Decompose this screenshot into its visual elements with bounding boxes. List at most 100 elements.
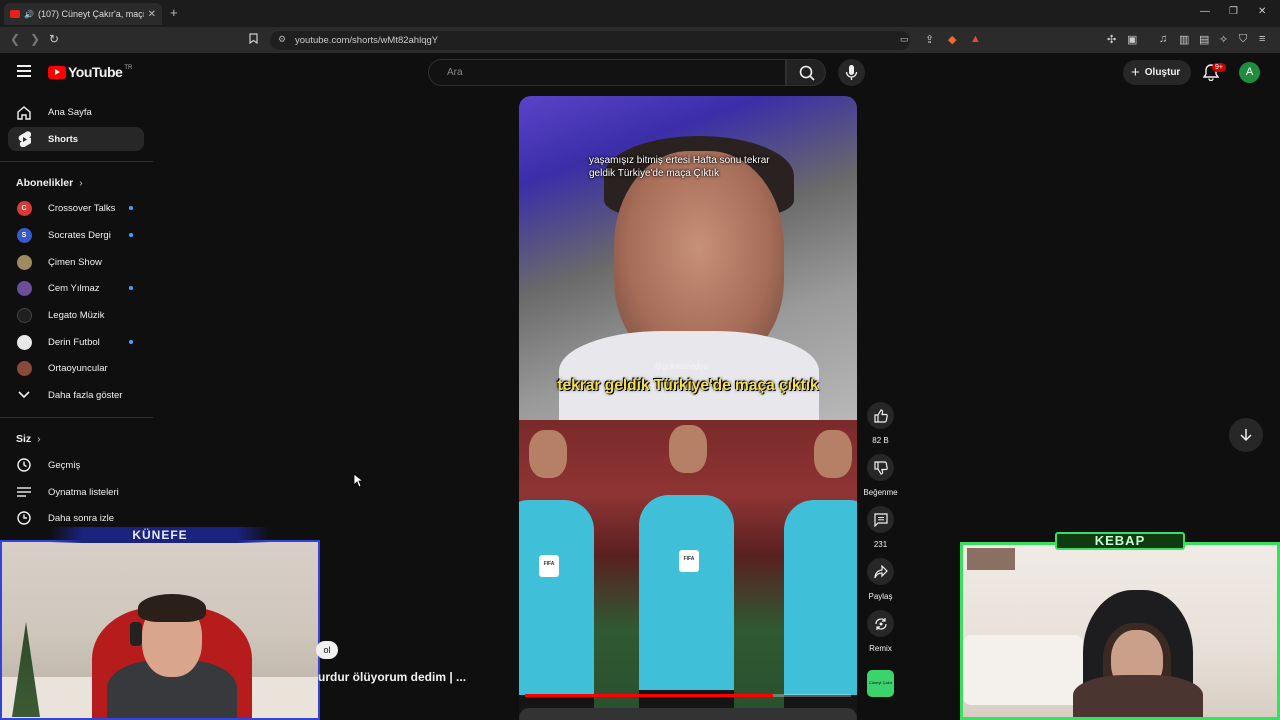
like-button[interactable] (867, 402, 894, 429)
dislike-label: Beğenme (863, 488, 898, 497)
subscriptions-title: Abonelikler (16, 177, 74, 189)
url-field[interactable]: ⚙ youtube.com/shorts/wMt82ahlqgY ▭ (270, 31, 910, 50)
subscriptions-heading[interactable]: Abonelikler › (16, 177, 83, 189)
home-icon (8, 105, 40, 120)
url-text: youtube.com/shorts/wMt82ahlqgY (295, 35, 439, 46)
sidebar-divider (0, 161, 153, 162)
comment-count: 231 (873, 540, 888, 549)
sidebar-item-derin-futbol[interactable]: Derin Futbol (8, 330, 144, 354)
webcam-banner-left: KÜNEFE (50, 527, 270, 543)
dislike-button[interactable] (867, 454, 894, 481)
webcam-banner-right: KEBAP (1055, 532, 1185, 550)
rewards-icon[interactable]: ▲ (970, 33, 981, 45)
restore-icon[interactable]: ❐ (1229, 6, 1238, 17)
fifa-badge: FIFA (539, 555, 559, 577)
channel-avatar: S (16, 227, 32, 243)
referee-figure: FIFA (519, 430, 594, 720)
sidebar-item-label: Shorts (48, 133, 79, 145)
sidebar-item-label: Derin Futbol (48, 336, 100, 348)
channel-avatar (16, 307, 32, 323)
short-title-text[interactable]: urdur ölüyorum dedim | ... (318, 670, 466, 684)
remix-button[interactable] (867, 610, 894, 637)
sidebar-item-label: Çimen Show (48, 256, 102, 268)
browser-tab-bar: 🔊 (107) Cüneyt Çakır'a, maçı dur ✕ + — ❐… (0, 0, 1280, 27)
youtube-logo[interactable]: YouTube TR (48, 64, 132, 80)
like-count: 82 B (872, 436, 889, 445)
hamburger-menu-icon[interactable] (17, 65, 31, 77)
sidebar-item-home[interactable]: Ana Sayfa (8, 100, 144, 124)
search-input[interactable]: Ara (428, 59, 786, 86)
sidebar-item-label: Cem Yılmaz (48, 282, 100, 294)
share-page-icon[interactable]: ⇪ (925, 33, 934, 46)
mouse-cursor-icon (353, 473, 365, 493)
sidebar-item-label: Daha sonra izle (48, 512, 115, 524)
address-bar-row: ❮ ❯ ↻ ⚙ youtube.com/shorts/wMt82ahlqgY ▭… (0, 27, 1280, 54)
search-button[interactable] (786, 59, 826, 86)
country-code: TR (124, 64, 133, 71)
shorts-icon (8, 131, 40, 147)
sidebar-item-socrates-dergi[interactable]: S Socrates Dergi (8, 223, 144, 247)
site-info-icon[interactable]: ⚙ (278, 34, 286, 45)
subscribe-pill[interactable]: ol (316, 641, 338, 659)
browser-menu-icon[interactable]: ≡ (1259, 33, 1265, 45)
close-window-icon[interactable]: ✕ (1258, 6, 1266, 17)
create-button[interactable]: + Oluştur (1123, 60, 1191, 85)
sidebar-toggle-icon[interactable]: ▥ (1179, 33, 1189, 46)
close-tab-icon[interactable]: ✕ (148, 9, 156, 20)
cast-icon[interactable]: ▭ (900, 34, 909, 45)
next-short-preview[interactable] (519, 708, 857, 720)
bookmark-icon[interactable] (249, 33, 258, 47)
sidebar-item-shorts[interactable]: Shorts (8, 127, 144, 151)
share-icon (873, 564, 888, 578)
plus-icon: + (1131, 64, 1140, 81)
short-video-player[interactable]: yaşamışız bitmiş ertesi Hafta sonu tekra… (519, 96, 857, 720)
fifa-badge: FIFA (679, 550, 699, 572)
account-avatar[interactable]: A (1239, 62, 1260, 83)
tab-search-icon[interactable]: ▣ (1127, 33, 1137, 46)
share-button[interactable] (867, 558, 894, 585)
reload-icon[interactable]: ↻ (49, 32, 59, 46)
wallet-icon[interactable]: ▤ (1199, 33, 1209, 46)
sidebar-item-cem-yilmaz[interactable]: Cem Yılmaz (8, 276, 144, 300)
video-progress-bar[interactable] (525, 694, 851, 697)
sidebar-item-ortaoyuncular[interactable]: Ortaoyuncular (8, 356, 144, 380)
sidebar-item-legato-muzik[interactable]: Legato Müzik (8, 303, 144, 327)
new-tab-button[interactable]: + (170, 5, 178, 20)
video-bottom-frame: FIFA FIFA (519, 420, 857, 720)
brave-shield-icon[interactable]: ◆ (948, 33, 956, 46)
sidebar-item-label: Ortaoyuncular (48, 362, 108, 374)
minimize-icon[interactable]: — (1200, 6, 1210, 17)
video-subtitle-small: yaşamışız bitmiş ertesi Hafta sonu tekra… (589, 155, 770, 179)
sidebar-item-cimen-show[interactable]: Çimen Show (8, 250, 144, 274)
speaker-icon[interactable]: 🔊 (24, 10, 34, 19)
new-content-dot (129, 233, 133, 237)
back-icon[interactable]: ❮ (10, 32, 20, 46)
show-more-button[interactable]: Daha fazla göster (8, 383, 144, 407)
vpn-icon[interactable]: ⛉ (1239, 33, 1247, 46)
new-content-dot (129, 206, 133, 210)
sidebar-item-history[interactable]: Geçmiş (8, 453, 144, 477)
sidebar-item-playlists[interactable]: Oynatma listeleri (8, 480, 144, 504)
next-video-button[interactable] (1229, 418, 1263, 452)
sidebar-item-crossover-talks[interactable]: C Crossover Talks (8, 196, 144, 220)
you-heading[interactable]: Siz › (16, 433, 41, 445)
voice-search-button[interactable] (838, 59, 865, 86)
comments-button[interactable] (867, 506, 894, 533)
sound-thumbnail[interactable]: Cüneyt Çakır (867, 670, 894, 697)
forward-icon[interactable]: ❯ (30, 32, 40, 46)
channel-avatar (16, 334, 32, 350)
extensions-icon[interactable]: ✣ (1107, 33, 1116, 46)
microphone-icon (845, 65, 858, 80)
video-top-frame: yaşamışız bitmiş ertesi Hafta sonu tekra… (519, 96, 857, 431)
browser-tab[interactable]: 🔊 (107) Cüneyt Çakır'a, maçı dur ✕ (4, 3, 162, 25)
media-icon[interactable]: ♫ (1159, 33, 1167, 45)
new-content-dot (129, 340, 133, 344)
chevron-right-icon: › (79, 177, 83, 189)
leo-ai-icon[interactable]: ✧ (1219, 33, 1228, 46)
youtube-play-icon (48, 65, 66, 79)
chevron-down-icon (8, 391, 40, 399)
tab-title: (107) Cüneyt Çakır'a, maçı dur (37, 9, 144, 19)
youtube-favicon-icon (10, 10, 20, 18)
channel-avatar: C (16, 200, 32, 216)
channel-avatar (16, 360, 32, 376)
